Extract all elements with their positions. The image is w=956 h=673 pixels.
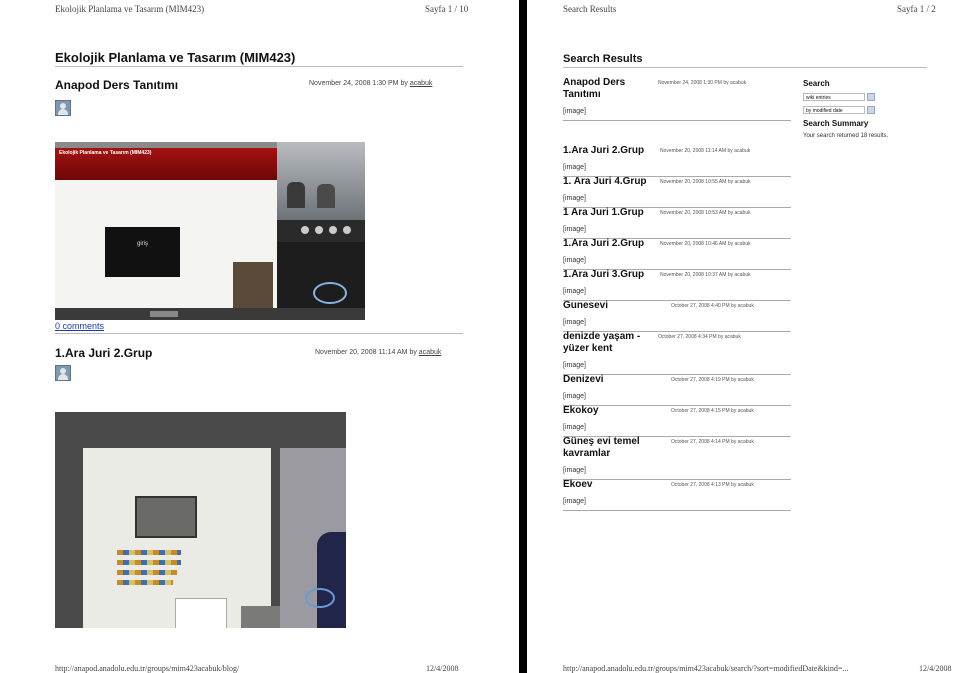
result-title[interactable]: denizde yaşam - yüzer kent — [563, 331, 655, 355]
post-screenshot-image: Ekolojik Planlama ve Tasarım (MIM423) gi… — [55, 142, 365, 320]
search-summary-text: Your search returned 18 results. — [803, 133, 889, 139]
result-image-placeholder: [image] — [563, 362, 586, 369]
result-meta: October 27, 2008 4:40 PM by acabuk — [671, 303, 754, 309]
result-title[interactable]: Anapod Ders Tanıtımı — [563, 77, 647, 101]
sort-select-button[interactable] — [867, 106, 875, 114]
result-title[interactable]: 1 Ara Juri 1.Grup — [563, 207, 673, 219]
result-title[interactable]: 1.Ara Juri 2.Grup — [563, 145, 673, 157]
title-rule — [55, 66, 463, 67]
result-meta: November 20, 2008 11:14 AM by acabuk — [660, 148, 751, 154]
entries-select-button[interactable] — [867, 93, 875, 101]
result-meta: November 20, 2008 10:55 AM by acabuk — [660, 179, 751, 185]
author-link[interactable]: acabuk — [738, 408, 754, 414]
page-divider — [519, 0, 527, 673]
result-image-placeholder: [image] — [563, 257, 586, 264]
result-divider — [563, 120, 791, 121]
result-image-placeholder: [image] — [563, 195, 586, 202]
post-meta: November 20, 2008 11:14 AM by acabuk — [315, 349, 442, 356]
result-meta: October 27, 2008 4:19 PM by acabuk — [671, 377, 754, 383]
page-title: Search Results — [563, 53, 643, 65]
page-header-left: Search Results — [563, 4, 617, 14]
author-link[interactable]: acabuk — [725, 334, 741, 340]
page-footer-date: 12/4/2008 — [919, 664, 952, 673]
result-image-placeholder: [image] — [563, 498, 586, 505]
author-link[interactable]: acabuk — [735, 272, 751, 278]
result-title[interactable]: Ekokoy — [563, 405, 673, 417]
author-link[interactable]: acabuk — [735, 241, 751, 247]
result-title[interactable]: Güneş evi temel kavramlar — [563, 436, 659, 460]
result-meta: October 27, 2008 4:13 PM by acabuk — [671, 482, 754, 488]
page-header-right: Sayfa 1 / 10 — [425, 4, 469, 14]
post-photo-image — [55, 412, 346, 628]
author-link[interactable]: acabuk — [738, 377, 754, 383]
play-dial-icon — [313, 282, 347, 304]
sort-select[interactable]: by modified date — [803, 106, 865, 114]
result-meta: November 20, 2008 10:37 AM by acabuk — [660, 272, 751, 278]
avatar — [55, 365, 71, 381]
page-footer-url: http://anapod.anadolu.edu.tr/groups/mim4… — [563, 664, 849, 673]
avatar — [55, 100, 71, 116]
result-image-placeholder: [image] — [563, 424, 586, 431]
result-title[interactable]: 1. Ara Juri 4.Grup — [563, 176, 673, 188]
author-link[interactable]: acabuk — [735, 210, 751, 216]
result-image-placeholder: [image] — [563, 108, 586, 115]
left-page: Ekolojik Planlama ve Tasarım (MIM423) Sa… — [0, 0, 519, 673]
post-title[interactable]: Anapod Ders Tanıtımı — [55, 78, 178, 92]
comments-link[interactable]: 0 comments — [55, 321, 104, 331]
page-footer-url: http://anapod.anadolu.edu.tr/groups/mim4… — [55, 664, 240, 673]
result-meta: October 27, 2008 4:15 PM by acabuk — [671, 408, 754, 414]
result-title[interactable]: Denizevi — [563, 374, 673, 386]
result-title[interactable]: Ekoev — [563, 479, 673, 491]
author-link[interactable]: acabuk — [738, 303, 754, 309]
right-page: Search Results Sayfa 1 / 2 Search Result… — [527, 0, 956, 673]
result-title[interactable]: 1.Ara Juri 3.Grup — [563, 269, 673, 281]
post-divider — [55, 333, 463, 334]
post-meta: November 24, 2008 1:30 PM by acabuk — [309, 80, 433, 87]
entries-select[interactable]: wiki entries — [803, 93, 865, 101]
result-meta: November 20, 2008 10:53 AM by acabuk — [660, 210, 751, 216]
search-summary-heading: Search Summary — [803, 119, 869, 128]
result-image-placeholder: [image] — [563, 319, 586, 326]
author-link[interactable]: acabuk — [738, 439, 754, 445]
result-image-placeholder: [image] — [563, 164, 586, 171]
page-title: Ekolojik Planlama ve Tasarım (MIM423) — [55, 50, 296, 65]
author-link[interactable]: acabuk — [419, 349, 442, 356]
author-link[interactable]: acabuk — [730, 80, 746, 86]
title-rule — [563, 67, 927, 68]
result-image-placeholder: [image] — [563, 226, 586, 233]
author-link[interactable]: acabuk — [734, 148, 750, 154]
search-heading: Search — [803, 79, 830, 88]
author-link[interactable]: acabuk — [410, 80, 433, 87]
result-image-placeholder: [image] — [563, 288, 586, 295]
result-title[interactable]: Gunesevi — [563, 300, 673, 312]
result-meta: November 24, 2008 1:30 PM by acabuk — [658, 80, 747, 86]
page-footer-date: 12/4/2008 — [426, 664, 459, 673]
result-meta: October 27, 2008 4:14 PM by acabuk — [671, 439, 754, 445]
result-image-placeholder: [image] — [563, 467, 586, 474]
play-dial-icon — [305, 588, 335, 608]
result-title[interactable]: 1.Ara Juri 2.Grup — [563, 238, 673, 250]
author-link[interactable]: acabuk — [738, 482, 754, 488]
page-header-left: Ekolojik Planlama ve Tasarım (MIM423) — [55, 4, 205, 14]
result-meta: November 20, 2008 10:46 AM by acabuk — [660, 241, 751, 247]
page-header-right: Sayfa 1 / 2 — [897, 4, 936, 14]
result-divider — [563, 510, 791, 511]
author-link[interactable]: acabuk — [735, 179, 751, 185]
result-image-placeholder: [image] — [563, 393, 586, 400]
post-title[interactable]: 1.Ara Juri 2.Grup — [55, 346, 152, 360]
result-meta: October 27, 2008 4:34 PM by acabuk — [658, 334, 741, 340]
